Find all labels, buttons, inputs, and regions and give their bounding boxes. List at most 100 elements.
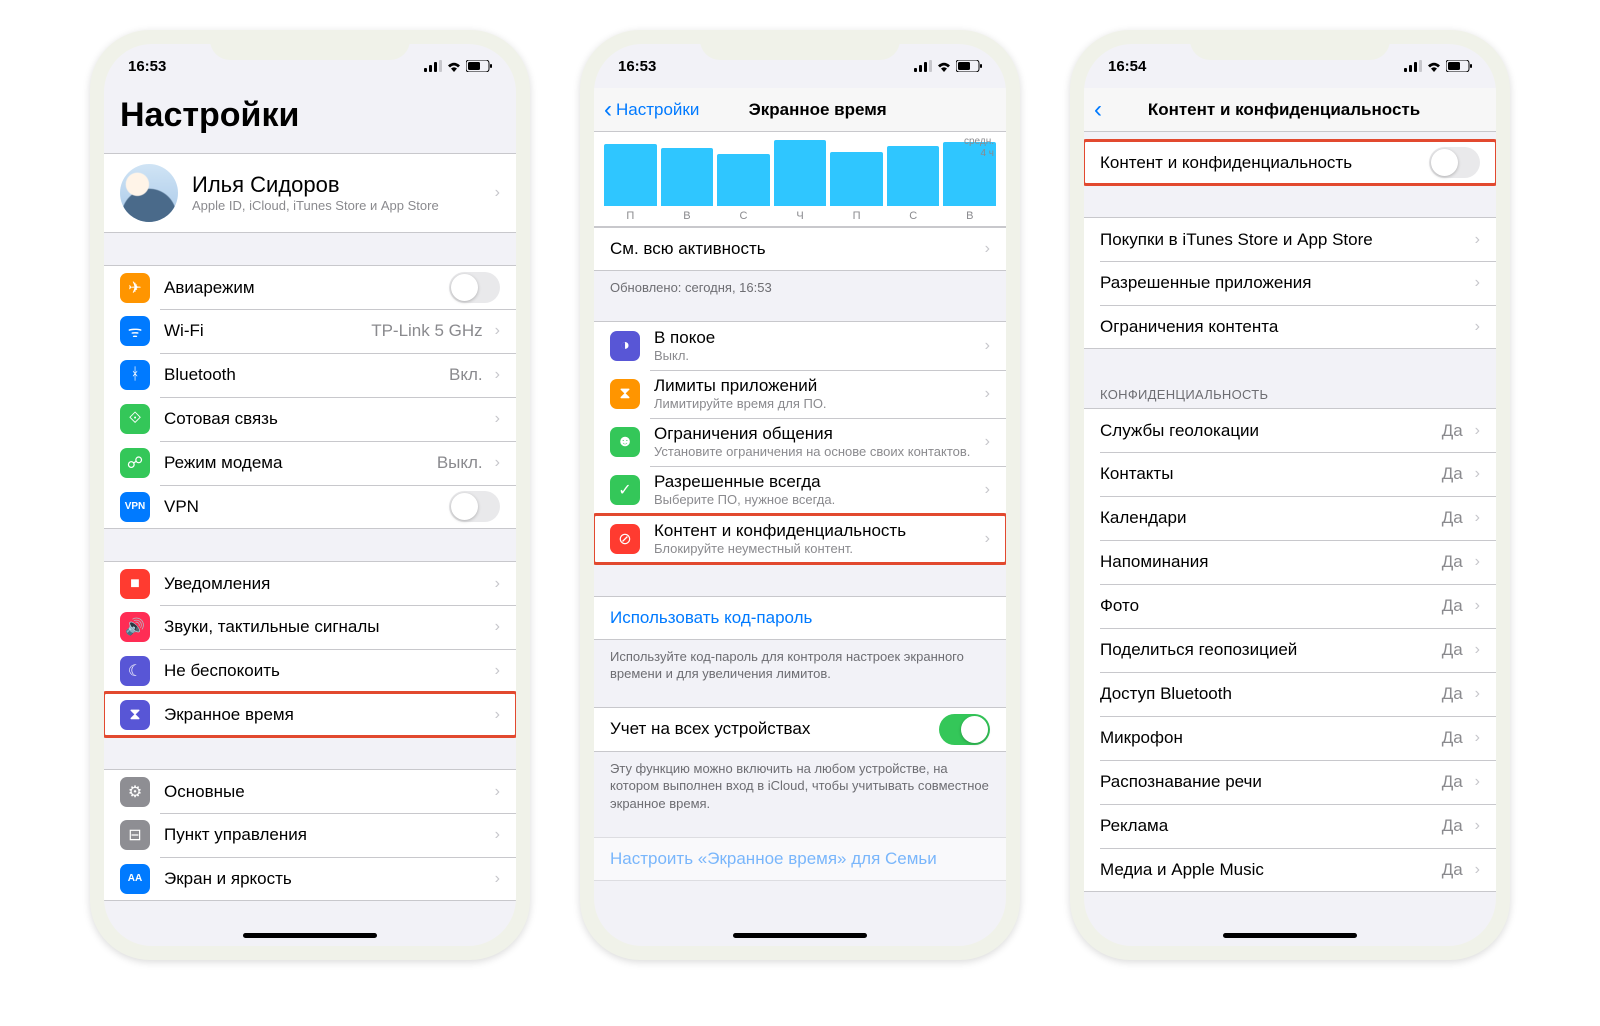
- row-label: Ограничения общения: [654, 424, 979, 444]
- row-vpn[interactable]: VPNVPN: [104, 485, 516, 529]
- avatar: [120, 164, 178, 222]
- chevron-right-icon: ›: [1475, 318, 1480, 336]
- battery-icon: [466, 60, 492, 72]
- chevron-right-icon: ›: [1475, 509, 1480, 527]
- usage-chart[interactable]: средн.4 ч ПВСЧПСВ: [594, 132, 1006, 227]
- row-label: Режим модема: [164, 453, 437, 473]
- row-label: Ограничения контента: [1100, 317, 1469, 337]
- row-restrictions[interactable]: Ограничения контента ›: [1084, 305, 1496, 349]
- share-devices-toggle[interactable]: [939, 714, 990, 745]
- row-airplane[interactable]: ✈ Авиарежим: [104, 265, 516, 309]
- row-label: В покое: [654, 328, 979, 348]
- chevron-right-icon: ›: [495, 454, 500, 472]
- row-commlimits[interactable]: ☻Ограничения общенияУстановите ограничен…: [594, 418, 1006, 466]
- chart-bar: [717, 154, 770, 206]
- row-allowedapps[interactable]: Разрешенные приложения›: [1084, 261, 1496, 305]
- row-label: Авиарежим: [164, 278, 449, 298]
- row-mic[interactable]: МикрофонДа›: [1084, 716, 1496, 760]
- row-label: Фото: [1100, 596, 1442, 616]
- signal-icon: [1404, 60, 1422, 72]
- row-speech[interactable]: Распознавание речиДа›: [1084, 760, 1496, 804]
- chart-bar: [661, 148, 714, 206]
- row-label: Bluetooth: [164, 365, 449, 385]
- content-privacy-master-cell[interactable]: Контент и конфиденциальность: [1084, 140, 1496, 185]
- chevron-right-icon: ›: [495, 575, 500, 593]
- chevron-right-icon: ›: [495, 322, 500, 340]
- row-contacts[interactable]: КонтактыДа›: [1084, 452, 1496, 496]
- row-allowed[interactable]: ✓Разрешенные всегдаВыберите ПО, нужное в…: [594, 466, 1006, 514]
- row-photos[interactable]: ФотоДа›: [1084, 584, 1496, 628]
- row-applimits[interactable]: ⧗Лимиты приложенийЛимитируйте время для …: [594, 370, 1006, 418]
- row-sharelocation[interactable]: Поделиться геопозициейДа›: [1084, 628, 1496, 672]
- chart-bar: [830, 152, 883, 206]
- chart-bar: [774, 140, 827, 206]
- battery-icon: [956, 60, 982, 72]
- signal-icon: [914, 60, 932, 72]
- row-control[interactable]: ⊟Пункт управления›: [104, 813, 516, 857]
- family-cell[interactable]: Настроить «Экранное время» для Семьи: [594, 837, 1006, 881]
- profile-sub: Apple ID, iCloud, iTunes Store и App Sto…: [192, 198, 489, 214]
- profile-cell[interactable]: Илья Сидоров Apple ID, iCloud, iTunes St…: [104, 153, 516, 233]
- row-hotspot[interactable]: ☍Режим модемаВыкл.›: [104, 441, 516, 485]
- home-indicator[interactable]: [243, 933, 377, 938]
- chevron-right-icon: ›: [495, 662, 500, 680]
- row-sounds[interactable]: 🔊Звуки, тактильные сигналы›: [104, 605, 516, 649]
- chevron-right-icon: ›: [495, 366, 500, 384]
- use-passcode-cell[interactable]: Использовать код-пароль: [594, 596, 1006, 640]
- chevron-right-icon: ›: [495, 783, 500, 801]
- share-across-devices-cell[interactable]: Учет на всех устройствах: [594, 707, 1006, 752]
- hotspot-icon: ☍: [120, 448, 150, 478]
- row-content[interactable]: ⊘Контент и конфиденциальностьБлокируйте …: [594, 515, 1006, 564]
- bluetooth-icon: ᚼ: [120, 360, 150, 390]
- chevron-right-icon: ›: [985, 481, 990, 499]
- row-label: Основные: [164, 782, 489, 802]
- general-icon: ⚙: [120, 777, 150, 807]
- nav-bar: ‹ Настройки Экранное время: [594, 88, 1006, 132]
- row-label: Микрофон: [1100, 728, 1442, 748]
- chevron-right-icon: ›: [985, 433, 990, 451]
- row-general[interactable]: ⚙ Основные ›: [104, 769, 516, 813]
- home-indicator[interactable]: [1223, 933, 1357, 938]
- row-bluetooth[interactable]: ᚼBluetoothВкл.›: [104, 353, 516, 397]
- row-wifi[interactable]: ᯤWi-FiTP-Link 5 GHz›: [104, 309, 516, 353]
- row-label: Не беспокоить: [164, 661, 489, 681]
- row-label: VPN: [164, 497, 449, 517]
- devices-footer: Эту функцию можно включить на любом устр…: [594, 752, 1006, 821]
- row-label: Экран и яркость: [164, 869, 489, 889]
- row-label: Распознавание речи: [1100, 772, 1442, 792]
- group-store-apps: Покупки в iTunes Store и App Store›Разре…: [1084, 217, 1496, 349]
- dnd-icon: ☾: [120, 656, 150, 686]
- nav-title: Контент и конфиденциальность: [1084, 100, 1486, 120]
- row-screentime[interactable]: ⧗Экранное время›: [104, 693, 516, 737]
- chevron-right-icon: ›: [495, 706, 500, 724]
- row-btaccess[interactable]: Доступ BluetoothДа›: [1084, 672, 1496, 716]
- row-display[interactable]: AAЭкран и яркость›: [104, 857, 516, 901]
- updated-label: Обновлено: сегодня, 16:53: [594, 271, 1006, 305]
- chevron-right-icon: ›: [1475, 274, 1480, 292]
- chevron-right-icon: ›: [1475, 817, 1480, 835]
- chevron-right-icon: ›: [495, 826, 500, 844]
- row-calendars[interactable]: КалендариДа›: [1084, 496, 1496, 540]
- chevron-right-icon: ›: [985, 385, 990, 403]
- vpn-toggle[interactable]: [449, 491, 500, 522]
- row-media[interactable]: Медиа и Apple MusicДа›: [1084, 848, 1496, 892]
- row-downtime[interactable]: ◑В покоеВыкл.›: [594, 321, 1006, 370]
- chevron-right-icon: ›: [1475, 422, 1480, 440]
- home-indicator[interactable]: [733, 933, 867, 938]
- chart-day-labels: ПВСЧПСВ: [604, 210, 996, 222]
- content-privacy-toggle[interactable]: [1429, 147, 1480, 178]
- row-dnd[interactable]: ☾ Не беспокоить ›: [104, 649, 516, 693]
- chevron-right-icon: ›: [985, 240, 990, 258]
- cellular-icon: ⟐: [120, 404, 150, 434]
- row-cellular[interactable]: ⟐Сотовая связь›: [104, 397, 516, 441]
- phone-1-settings: 16:53 Настройки Илья Сидоров Apple ID, i…: [90, 30, 530, 960]
- row-notifications[interactable]: ■Уведомления›: [104, 561, 516, 605]
- row-purchases[interactable]: Покупки в iTunes Store и App Store›: [1084, 217, 1496, 261]
- row-location[interactable]: Службы геолокацииДа›: [1084, 408, 1496, 452]
- chevron-right-icon: ›: [1475, 773, 1480, 791]
- row-reminders[interactable]: НапоминанияДа›: [1084, 540, 1496, 584]
- all-activity-cell[interactable]: См. всю активность ›: [594, 227, 1006, 271]
- airplane-toggle[interactable]: [449, 272, 500, 303]
- row-ads[interactable]: РекламаДа›: [1084, 804, 1496, 848]
- airplane-icon: ✈: [120, 273, 150, 303]
